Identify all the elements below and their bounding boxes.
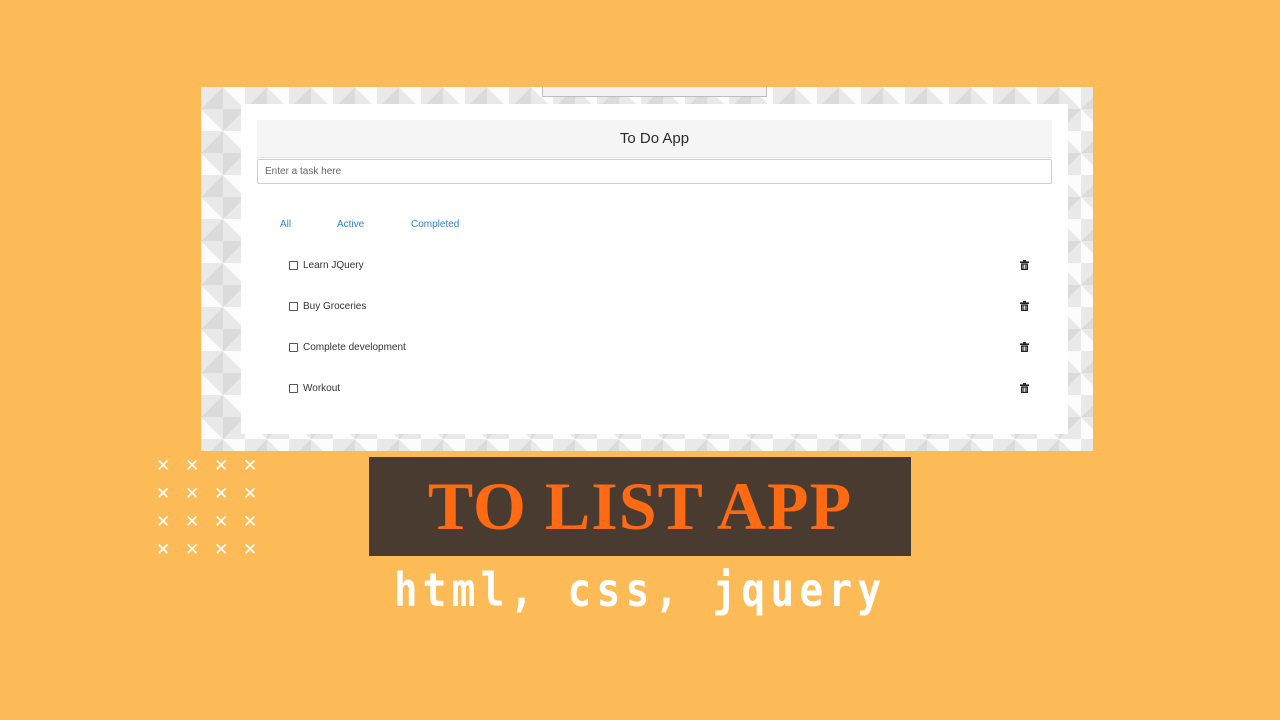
trash-icon[interactable] [1020, 342, 1029, 352]
browser-tab-edge [542, 87, 767, 97]
tech-subtitle: html, css, jquery [393, 563, 887, 617]
todo-app-card: To Do App All Active Completed Learn JQu… [241, 104, 1068, 434]
task-checkbox[interactable] [289, 260, 298, 270]
cross-icon: ✕ [243, 540, 258, 559]
cross-icon: ✕ [185, 512, 200, 531]
cross-icon: ✕ [185, 456, 200, 475]
cross-icon: ✕ [243, 456, 258, 475]
task-checkbox[interactable] [289, 342, 298, 352]
todo-item: Workout [289, 381, 1029, 395]
cross-icon: ✕ [156, 540, 171, 559]
cross-icon: ✕ [214, 456, 229, 475]
task-label: Complete development [303, 341, 406, 353]
filter-completed[interactable]: Completed [411, 219, 459, 230]
cross-icon: ✕ [156, 456, 171, 475]
cross-icon: ✕ [185, 540, 200, 559]
todo-item: Complete development [289, 340, 1029, 354]
trash-icon[interactable] [1020, 383, 1029, 393]
cross-icon: ✕ [214, 540, 229, 559]
task-checkbox[interactable] [289, 301, 298, 311]
cross-icon: ✕ [243, 484, 258, 503]
filter-all[interactable]: All [280, 219, 291, 230]
banner-title: TO LIST APP [427, 468, 853, 544]
task-checkbox[interactable] [289, 383, 298, 393]
app-screenshot: To Do App All Active Completed Learn JQu… [201, 87, 1093, 451]
cross-icon: ✕ [185, 484, 200, 503]
app-header: To Do App [257, 120, 1052, 158]
cross-pattern-decoration: ✕ ✕ ✕ ✕ ✕ ✕ ✕ ✕ ✕ ✕ ✕ ✕ ✕ ✕ ✕ ✕ [156, 456, 268, 559]
trash-icon[interactable] [1020, 301, 1029, 311]
task-label: Workout [303, 382, 341, 394]
task-label: Learn JQuery [303, 259, 364, 271]
cross-icon: ✕ [243, 512, 258, 531]
cross-icon: ✕ [156, 512, 171, 531]
filter-active[interactable]: Active [337, 219, 364, 230]
task-input[interactable] [257, 159, 1052, 184]
todo-item: Learn JQuery [289, 258, 1029, 272]
title-banner: TO LIST APP [369, 457, 911, 556]
cross-icon: ✕ [214, 512, 229, 531]
task-label: Buy Groceries [303, 300, 367, 312]
cross-icon: ✕ [214, 484, 229, 503]
cross-icon: ✕ [156, 484, 171, 503]
trash-icon[interactable] [1020, 260, 1029, 270]
app-title: To Do App [619, 130, 690, 147]
todo-item: Buy Groceries [289, 299, 1029, 313]
